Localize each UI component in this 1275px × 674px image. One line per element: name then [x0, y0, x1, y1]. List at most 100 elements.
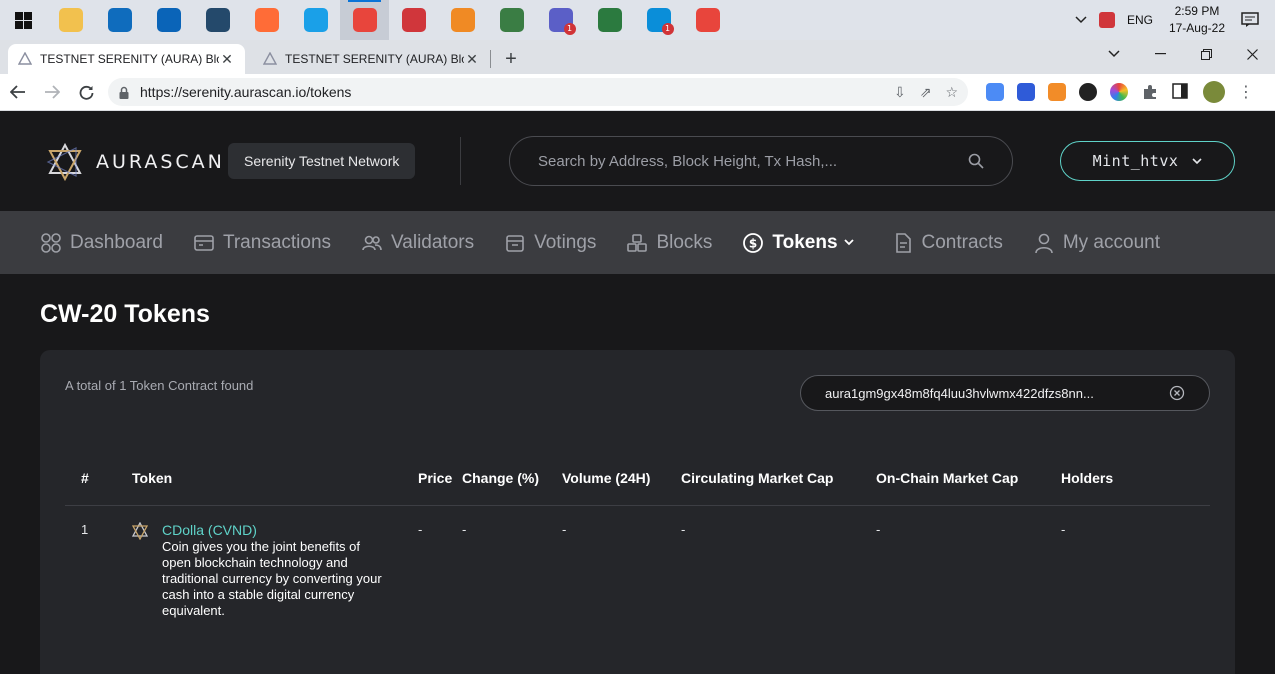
nav-label: Blocks	[656, 231, 713, 253]
nav-item-my-account[interactable]: My account	[1033, 232, 1160, 254]
table-header: # Token Price Change (%) Volume (24H) Ci…	[65, 460, 1210, 506]
extension-icon[interactable]	[1079, 83, 1097, 101]
tokens-card: A total of 1 Token Contract found aura1g…	[40, 350, 1235, 674]
system-tray: ENG 2:59 PM 17-Aug-22	[1069, 0, 1275, 40]
tab-divider	[490, 50, 491, 68]
taskbar-app[interactable]	[487, 0, 536, 40]
taskbar-app[interactable]	[193, 0, 242, 40]
network-badge: Serenity Testnet Network	[228, 143, 416, 179]
tab-title: TESTNET SERENITY (AURA) Block	[285, 52, 464, 66]
taskbar-app[interactable]: 1	[536, 0, 585, 40]
search-input[interactable]: Search by Address, Block Height, Tx Hash…	[509, 136, 1013, 186]
validators-icon	[362, 235, 382, 250]
tray-app-icon[interactable]	[1093, 0, 1121, 40]
profile-avatar[interactable]	[1203, 81, 1225, 103]
back-icon[interactable]	[2, 76, 34, 108]
aurascan-logo[interactable]: AURASCAN	[46, 143, 225, 181]
column-header: Change (%)	[462, 470, 539, 486]
translate-extension-icon[interactable]	[986, 83, 1004, 101]
install-app-icon[interactable]: ⇩	[894, 84, 906, 101]
k-extension-icon[interactable]	[1017, 83, 1035, 101]
bookmark-star-icon[interactable]: ☆	[945, 84, 958, 101]
wallet-button[interactable]: Mint_htvx	[1060, 141, 1235, 181]
site-header: AURASCAN Serenity Testnet Network Search…	[0, 111, 1275, 211]
votings-icon	[506, 234, 524, 252]
teams-icon: 1	[548, 8, 576, 35]
new-tab-button[interactable]: +	[497, 45, 525, 73]
token-filter-input[interactable]: aura1gm9gx48m8fq4luu3hvlwmx422dfzs8nn...	[800, 375, 1210, 411]
aurascan-logo-icon	[46, 143, 82, 181]
taskbar-app[interactable]	[438, 0, 487, 40]
tab-search-icon[interactable]	[1091, 40, 1137, 68]
search-icon[interactable]	[968, 153, 984, 169]
reload-icon[interactable]	[70, 76, 102, 108]
metamask-icon[interactable]	[1048, 83, 1066, 101]
close-window-icon[interactable]	[1229, 40, 1275, 68]
tab-close-icon[interactable]: ✕	[219, 51, 235, 68]
window-controls	[1091, 40, 1275, 74]
nav-item-validators[interactable]: Validators	[361, 232, 474, 254]
taskbar-app[interactable]	[389, 0, 438, 40]
vpn-icon	[450, 8, 475, 32]
share-icon[interactable]: ⇗	[920, 84, 932, 101]
filter-value: aura1gm9gx48m8fq4luu3hvlwmx422dfzs8nn...	[825, 385, 1094, 401]
more-menu-icon[interactable]: ⋮	[1238, 82, 1254, 102]
main-nav: Dashboard Transactions Validators Voting…	[0, 211, 1275, 274]
wallet-name: Mint_htvx	[1092, 152, 1179, 170]
taskbar-app[interactable]	[291, 0, 340, 40]
taskbar-app[interactable]	[683, 0, 732, 40]
nav-label: Tokens	[772, 231, 838, 253]
total-count-text: A total of 1 Token Contract found	[65, 378, 254, 393]
windows-start-button[interactable]	[0, 0, 46, 40]
sql-tool-icon	[205, 8, 230, 32]
nav-item-transactions[interactable]: Transactions	[193, 232, 331, 254]
aurascan-favicon-icon	[18, 52, 32, 65]
taskbar-app-list: 11	[46, 0, 732, 40]
token-name-link[interactable]: CDolla (CVND)	[162, 522, 257, 538]
browser-tab[interactable]: TESTNET SERENITY (AURA) Block ✕	[253, 44, 490, 74]
taskbar-app[interactable]	[46, 0, 95, 40]
tab-close-icon[interactable]: ✕	[464, 51, 480, 68]
column-header: #	[81, 470, 89, 486]
nav-item-contracts[interactable]: Contracts	[892, 232, 1003, 254]
notification-badge: 1	[563, 23, 576, 35]
taskbar-app[interactable]	[242, 0, 291, 40]
language-indicator[interactable]: ENG	[1121, 0, 1159, 40]
taskbar-app[interactable]	[144, 0, 193, 40]
transactions-icon	[194, 234, 214, 251]
minimize-icon[interactable]	[1137, 40, 1183, 68]
browser-toolbar: https://serenity.aurascan.io/tokens ⇩ ⇗ …	[0, 74, 1275, 111]
sidebar-icon[interactable]	[1172, 83, 1190, 101]
table-row: 1 CDolla (CVND) Coin gives you the joint…	[65, 518, 1210, 628]
column-header: Circulating Market Cap	[681, 470, 834, 486]
system-clock[interactable]: 2:59 PM 17-Aug-22	[1159, 3, 1235, 37]
forward-icon[interactable]	[36, 76, 68, 108]
taskbar-app[interactable]	[585, 0, 634, 40]
extensions-bar: ⋮	[986, 81, 1262, 103]
circulating-cap-value: -	[681, 522, 686, 537]
chevron-up-icon[interactable]	[1069, 0, 1093, 40]
restore-icon[interactable]	[1183, 40, 1229, 68]
token-description: Coin gives you the joint benefits of ope…	[162, 539, 382, 618]
taskbar-app[interactable]	[95, 0, 144, 40]
taskbar-app[interactable]	[340, 0, 389, 40]
taskbar-app[interactable]: 1	[634, 0, 683, 40]
browser-tab-active[interactable]: TESTNET SERENITY (AURA) Block ✕	[8, 44, 245, 74]
volume-value: -	[562, 522, 567, 537]
nav-item-tokens[interactable]: $ Tokens	[742, 232, 861, 254]
nav-item-votings[interactable]: Votings	[504, 232, 596, 254]
search-placeholder: Search by Address, Block Height, Tx Hash…	[538, 152, 838, 170]
price-value: -	[418, 522, 423, 537]
puzzle-extensions-icon[interactable]	[1141, 83, 1159, 101]
token-logo-icon	[131, 522, 149, 540]
nav-item-blocks[interactable]: Blocks	[626, 232, 712, 254]
skype-icon: 1	[646, 8, 674, 35]
nav-item-dashboard[interactable]: Dashboard	[40, 232, 163, 254]
notifications-icon[interactable]	[1235, 0, 1265, 40]
address-bar[interactable]: https://serenity.aurascan.io/tokens ⇩ ⇗ …	[108, 78, 968, 106]
chrome-profile-icon	[695, 8, 720, 32]
clear-filter-icon[interactable]	[1169, 385, 1185, 401]
color-picker-icon[interactable]	[1110, 83, 1128, 101]
git-icon	[499, 8, 524, 32]
nav-label: Dashboard	[70, 231, 163, 253]
